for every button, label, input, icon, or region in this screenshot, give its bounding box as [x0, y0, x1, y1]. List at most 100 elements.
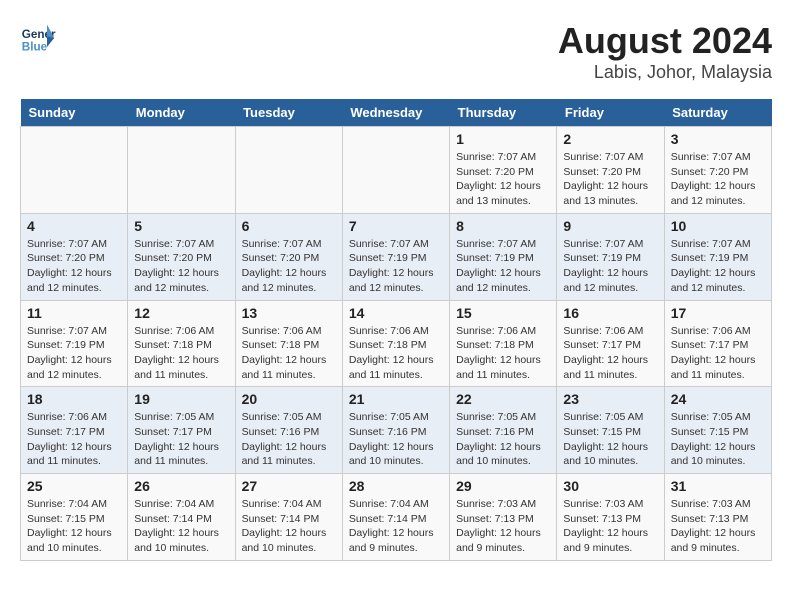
calendar-cell: 24 Sunrise: 7:05 AM Sunset: 7:15 PM Dayli…	[664, 387, 771, 474]
day-info: Sunrise: 7:07 AM Sunset: 7:20 PM Dayligh…	[134, 237, 228, 296]
day-number: 26	[134, 478, 228, 494]
calendar-cell	[128, 127, 235, 214]
day-number: 6	[242, 218, 336, 234]
day-number: 8	[456, 218, 550, 234]
day-of-week-header: Monday	[128, 99, 235, 127]
logo-icon: General Blue	[20, 20, 56, 56]
calendar-cell: 20 Sunrise: 7:05 AM Sunset: 7:16 PM Dayli…	[235, 387, 342, 474]
day-number: 7	[349, 218, 443, 234]
calendar-cell: 30 Sunrise: 7:03 AM Sunset: 7:13 PM Dayli…	[557, 474, 664, 561]
day-info: Sunrise: 7:05 AM Sunset: 7:16 PM Dayligh…	[456, 410, 550, 469]
day-number: 29	[456, 478, 550, 494]
calendar-cell: 7 Sunrise: 7:07 AM Sunset: 7:19 PM Daylig…	[342, 213, 449, 300]
day-info: Sunrise: 7:06 AM Sunset: 7:18 PM Dayligh…	[456, 324, 550, 383]
calendar-cell: 18 Sunrise: 7:06 AM Sunset: 7:17 PM Dayli…	[21, 387, 128, 474]
day-info: Sunrise: 7:07 AM Sunset: 7:20 PM Dayligh…	[456, 150, 550, 209]
day-info: Sunrise: 7:07 AM Sunset: 7:20 PM Dayligh…	[27, 237, 121, 296]
calendar-cell: 6 Sunrise: 7:07 AM Sunset: 7:20 PM Daylig…	[235, 213, 342, 300]
day-number: 11	[27, 305, 121, 321]
day-number: 17	[671, 305, 765, 321]
day-info: Sunrise: 7:05 AM Sunset: 7:15 PM Dayligh…	[671, 410, 765, 469]
day-info: Sunrise: 7:04 AM Sunset: 7:15 PM Dayligh…	[27, 497, 121, 556]
calendar-cell: 5 Sunrise: 7:07 AM Sunset: 7:20 PM Daylig…	[128, 213, 235, 300]
day-number: 19	[134, 391, 228, 407]
calendar-cell: 27Sunrise: 7:04 AM Sunset: 7:14 PM Dayli…	[235, 474, 342, 561]
day-info: Sunrise: 7:06 AM Sunset: 7:17 PM Dayligh…	[27, 410, 121, 469]
day-info: Sunrise: 7:05 AM Sunset: 7:16 PM Dayligh…	[242, 410, 336, 469]
calendar-week-row: 25Sunrise: 7:04 AM Sunset: 7:15 PM Dayli…	[21, 474, 772, 561]
day-number: 23	[563, 391, 657, 407]
calendar-week-row: 18 Sunrise: 7:06 AM Sunset: 7:17 PM Dayli…	[21, 387, 772, 474]
calendar-cell: 23 Sunrise: 7:05 AM Sunset: 7:15 PM Dayli…	[557, 387, 664, 474]
day-info: Sunrise: 7:05 AM Sunset: 7:17 PM Dayligh…	[134, 410, 228, 469]
page-subtitle: Labis, Johor, Malaysia	[558, 62, 772, 83]
title-block: August 2024 Labis, Johor, Malaysia	[558, 20, 772, 83]
calendar-cell: 14 Sunrise: 7:06 AM Sunset: 7:18 PM Dayli…	[342, 300, 449, 387]
day-info: Sunrise: 7:06 AM Sunset: 7:17 PM Dayligh…	[563, 324, 657, 383]
day-info: Sunrise: 7:03 AM Sunset: 7:13 PM Dayligh…	[456, 497, 550, 556]
day-number: 20	[242, 391, 336, 407]
calendar-cell: 2 Sunrise: 7:07 AM Sunset: 7:20 PM Daylig…	[557, 127, 664, 214]
day-info: Sunrise: 7:07 AM Sunset: 7:20 PM Dayligh…	[242, 237, 336, 296]
day-info: Sunrise: 7:06 AM Sunset: 7:18 PM Dayligh…	[134, 324, 228, 383]
day-info: Sunrise: 7:07 AM Sunset: 7:19 PM Dayligh…	[671, 237, 765, 296]
day-info: Sunrise: 7:05 AM Sunset: 7:15 PM Dayligh…	[563, 410, 657, 469]
day-info: Sunrise: 7:04 AM Sunset: 7:14 PM Dayligh…	[134, 497, 228, 556]
calendar-cell: 10Sunrise: 7:07 AM Sunset: 7:19 PM Dayli…	[664, 213, 771, 300]
page-title: August 2024	[558, 20, 772, 62]
day-info: Sunrise: 7:07 AM Sunset: 7:19 PM Dayligh…	[563, 237, 657, 296]
day-info: Sunrise: 7:06 AM Sunset: 7:17 PM Dayligh…	[671, 324, 765, 383]
calendar-cell: 29 Sunrise: 7:03 AM Sunset: 7:13 PM Dayli…	[450, 474, 557, 561]
calendar-week-row: 1 Sunrise: 7:07 AM Sunset: 7:20 PM Daylig…	[21, 127, 772, 214]
day-info: Sunrise: 7:06 AM Sunset: 7:18 PM Dayligh…	[349, 324, 443, 383]
calendar-cell	[342, 127, 449, 214]
calendar-cell: 21Sunrise: 7:05 AM Sunset: 7:16 PM Dayli…	[342, 387, 449, 474]
calendar-cell: 8Sunrise: 7:07 AM Sunset: 7:19 PM Daylig…	[450, 213, 557, 300]
calendar-cell: 17 Sunrise: 7:06 AM Sunset: 7:17 PM Dayli…	[664, 300, 771, 387]
calendar-cell: 9 Sunrise: 7:07 AM Sunset: 7:19 PM Daylig…	[557, 213, 664, 300]
page-header: General Blue August 2024 Labis, Johor, M…	[20, 20, 772, 83]
calendar-cell: 31Sunrise: 7:03 AM Sunset: 7:13 PM Dayli…	[664, 474, 771, 561]
day-info: Sunrise: 7:07 AM Sunset: 7:20 PM Dayligh…	[671, 150, 765, 209]
day-number: 28	[349, 478, 443, 494]
day-number: 9	[563, 218, 657, 234]
day-info: Sunrise: 7:07 AM Sunset: 7:19 PM Dayligh…	[27, 324, 121, 383]
calendar-cell: 13Sunrise: 7:06 AM Sunset: 7:18 PM Dayli…	[235, 300, 342, 387]
day-number: 5	[134, 218, 228, 234]
day-of-week-header: Friday	[557, 99, 664, 127]
calendar-cell: 4 Sunrise: 7:07 AM Sunset: 7:20 PM Daylig…	[21, 213, 128, 300]
calendar-cell: 12Sunrise: 7:06 AM Sunset: 7:18 PM Dayli…	[128, 300, 235, 387]
day-number: 27	[242, 478, 336, 494]
day-info: Sunrise: 7:04 AM Sunset: 7:14 PM Dayligh…	[349, 497, 443, 556]
day-info: Sunrise: 7:03 AM Sunset: 7:13 PM Dayligh…	[563, 497, 657, 556]
day-number: 3	[671, 131, 765, 147]
calendar-table: SundayMondayTuesdayWednesdayThursdayFrid…	[20, 99, 772, 561]
day-info: Sunrise: 7:07 AM Sunset: 7:19 PM Dayligh…	[349, 237, 443, 296]
day-number: 13	[242, 305, 336, 321]
calendar-cell: 15 Sunrise: 7:06 AM Sunset: 7:18 PM Dayli…	[450, 300, 557, 387]
day-number: 1	[456, 131, 550, 147]
calendar-cell: 25Sunrise: 7:04 AM Sunset: 7:15 PM Dayli…	[21, 474, 128, 561]
day-number: 30	[563, 478, 657, 494]
day-number: 24	[671, 391, 765, 407]
day-number: 31	[671, 478, 765, 494]
day-number: 18	[27, 391, 121, 407]
day-of-week-header: Thursday	[450, 99, 557, 127]
calendar-cell: 16Sunrise: 7:06 AM Sunset: 7:17 PM Dayli…	[557, 300, 664, 387]
day-of-week-header: Wednesday	[342, 99, 449, 127]
calendar-cell: 3 Sunrise: 7:07 AM Sunset: 7:20 PM Daylig…	[664, 127, 771, 214]
svg-text:Blue: Blue	[22, 41, 48, 54]
day-info: Sunrise: 7:07 AM Sunset: 7:20 PM Dayligh…	[563, 150, 657, 209]
day-number: 14	[349, 305, 443, 321]
calendar-header-row: SundayMondayTuesdayWednesdayThursdayFrid…	[21, 99, 772, 127]
day-of-week-header: Saturday	[664, 99, 771, 127]
day-number: 2	[563, 131, 657, 147]
calendar-cell: 26 Sunrise: 7:04 AM Sunset: 7:14 PM Dayli…	[128, 474, 235, 561]
day-info: Sunrise: 7:05 AM Sunset: 7:16 PM Dayligh…	[349, 410, 443, 469]
calendar-cell	[235, 127, 342, 214]
day-number: 15	[456, 305, 550, 321]
day-number: 22	[456, 391, 550, 407]
calendar-cell: 22 Sunrise: 7:05 AM Sunset: 7:16 PM Dayli…	[450, 387, 557, 474]
day-of-week-header: Tuesday	[235, 99, 342, 127]
day-number: 4	[27, 218, 121, 234]
